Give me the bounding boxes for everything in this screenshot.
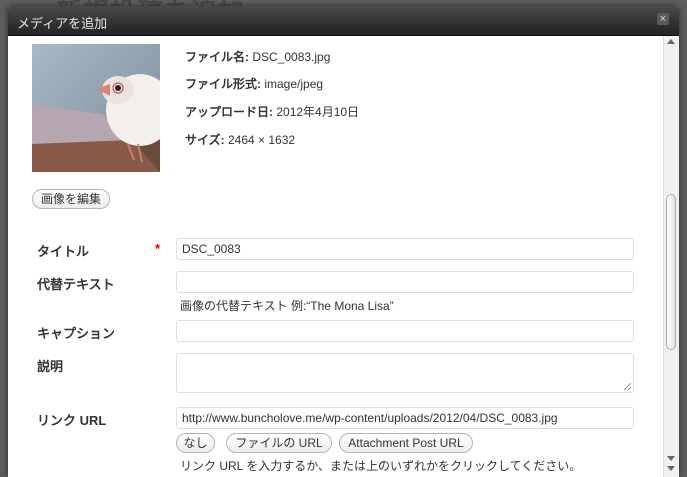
alt-text-field[interactable] <box>176 271 634 293</box>
close-icon[interactable]: × <box>657 13 669 25</box>
vertical-scrollbar[interactable] <box>663 36 679 477</box>
scroll-down-icon[interactable] <box>667 456 675 461</box>
description-textarea[interactable] <box>176 353 634 393</box>
add-media-dialog: メディアを追加 × ファイル名: DSC_0083.jpg ファイル形式: im… <box>8 6 679 477</box>
scroll-down-icon-2[interactable] <box>667 466 675 471</box>
link-url-help: リンク URL を入力するか、または上のいずれかをクリックしてください。 <box>180 459 582 473</box>
upload-date-row: アップロード日: 2012年4月10日 <box>185 103 359 120</box>
link-url-field[interactable]: http://www.buncholove.me/wp-content/uplo… <box>176 407 634 429</box>
image-size-value: 2464 × 1632 <box>227 133 296 147</box>
media-details: ファイル名: DSC_0083.jpg ファイル形式: image/jpeg ア… <box>8 36 664 477</box>
bird-photo-thumbnail <box>32 44 160 172</box>
title-label: タイトル <box>37 244 90 259</box>
caption-field[interactable] <box>176 320 634 342</box>
upload-date-label: アップロード日: <box>185 105 273 119</box>
file-name-label: ファイル名: <box>185 50 249 64</box>
title-field[interactable]: DSC_0083 <box>176 238 634 260</box>
dialog-titlebar: メディアを追加 × <box>8 6 679 36</box>
resize-handle-icon[interactable] <box>624 383 631 390</box>
image-size-label: サイズ: <box>185 133 225 147</box>
file-type-value: image/jpeg <box>264 77 324 91</box>
scrollbar-thumb[interactable] <box>666 194 676 350</box>
edit-image-button[interactable]: 画像を編集 <box>32 189 110 209</box>
link-file-url-button[interactable]: ファイルの URL <box>226 433 332 453</box>
file-name-row: ファイル名: DSC_0083.jpg <box>185 48 330 65</box>
file-name-value: DSC_0083.jpg <box>252 50 331 64</box>
caption-label: キャプション <box>37 326 116 341</box>
description-label: 説明 <box>37 359 64 374</box>
link-url-label: リンク URL <box>37 413 107 428</box>
dialog-title: メディアを追加 <box>17 16 108 31</box>
required-mark: * <box>155 241 161 256</box>
alt-text-help: 画像の代替テキスト 例:“The Mona Lisa” <box>180 299 394 313</box>
image-size-row: サイズ: 2464 × 1632 <box>185 131 295 148</box>
file-type-label: ファイル形式: <box>185 77 261 91</box>
scroll-up-icon[interactable] <box>667 39 675 44</box>
link-none-button[interactable]: なし <box>176 433 215 453</box>
file-type-row: ファイル形式: image/jpeg <box>185 75 323 92</box>
link-attachment-post-url-button[interactable]: Attachment Post URL <box>339 433 473 453</box>
alt-text-label: 代替テキスト <box>37 277 115 292</box>
upload-date-value: 2012年4月10日 <box>276 105 360 119</box>
